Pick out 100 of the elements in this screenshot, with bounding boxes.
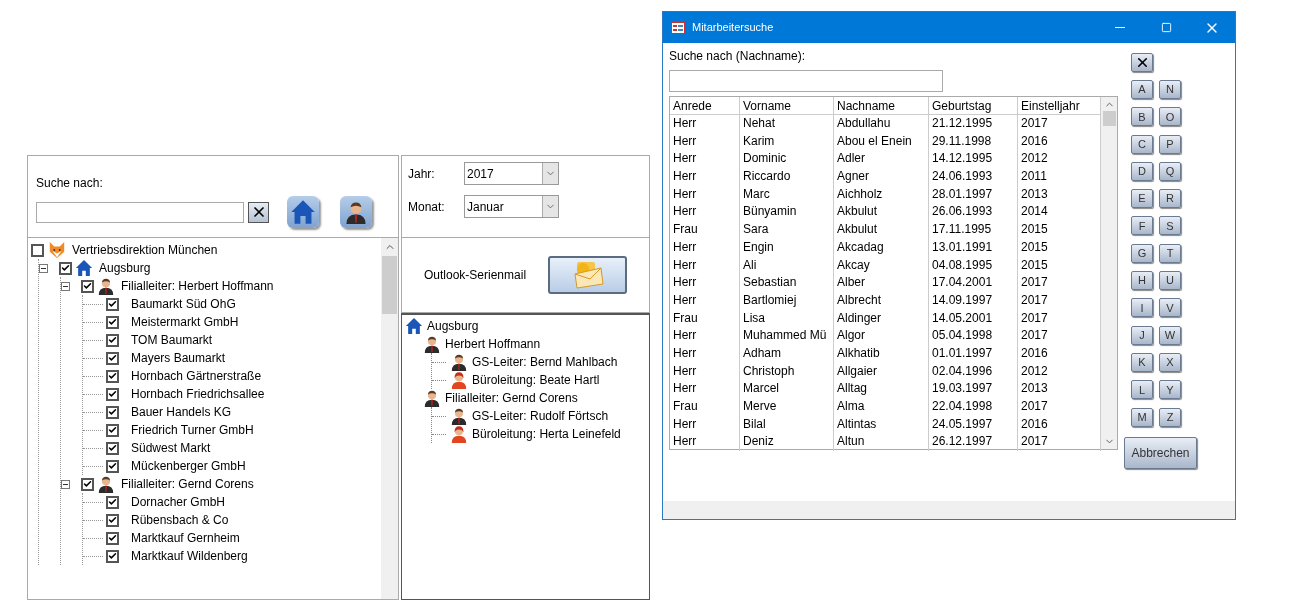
tree-item-label[interactable]: Augsburg xyxy=(99,259,151,277)
checkbox[interactable] xyxy=(106,531,119,545)
letter-button[interactable]: F xyxy=(1131,216,1153,236)
scrollbar[interactable] xyxy=(381,238,398,599)
scroll-thumb[interactable] xyxy=(382,256,397,314)
letter-button[interactable]: B xyxy=(1131,107,1153,127)
table-cell: Dominic xyxy=(740,150,834,169)
letter-button[interactable]: E xyxy=(1131,189,1153,209)
tree-item-label[interactable]: TOM Baumarkt xyxy=(131,331,213,349)
letter-button[interactable]: J xyxy=(1131,325,1153,345)
checkbox[interactable] xyxy=(106,351,119,365)
column-header[interactable]: Nachname xyxy=(834,97,929,114)
tree-item-label[interactable]: Südwest Markt xyxy=(131,439,211,457)
tree-item-label[interactable]: Bauer Handels KG xyxy=(131,403,232,421)
letter-button[interactable]: M xyxy=(1131,407,1153,427)
tree-item-label[interactable]: Baumarkt Süd OhG xyxy=(131,295,236,313)
letter-button[interactable]: I xyxy=(1131,298,1153,318)
letter-button[interactable]: D xyxy=(1131,161,1153,181)
checkbox[interactable] xyxy=(106,459,119,473)
person-button[interactable] xyxy=(340,196,372,228)
letter-button[interactable]: T xyxy=(1159,243,1181,263)
letter-button[interactable]: A xyxy=(1131,80,1153,99)
letter-button[interactable]: K xyxy=(1131,352,1153,372)
checkbox[interactable] xyxy=(106,315,119,329)
dropdown[interactable]: 2017 xyxy=(464,162,559,185)
tree-item-label[interactable]: Mayers Baumarkt xyxy=(131,349,226,367)
letter-button[interactable]: G xyxy=(1131,243,1153,263)
clear-button[interactable] xyxy=(248,201,269,223)
search-field[interactable] xyxy=(36,201,244,223)
checkbox[interactable] xyxy=(106,297,119,311)
checkbox[interactable] xyxy=(81,279,94,293)
letter-button[interactable]: X xyxy=(1159,352,1181,372)
scroll-thumb[interactable] xyxy=(1102,111,1116,126)
tree-item-label[interactable]: Hornbach Friedrichsallee xyxy=(131,385,265,403)
clear-button[interactable] xyxy=(1131,53,1153,72)
table-cell: Marc xyxy=(740,185,834,204)
home-button[interactable] xyxy=(287,196,319,228)
collapse-toggle[interactable] xyxy=(61,479,70,489)
letter-button[interactable]: O xyxy=(1159,107,1181,127)
checkbox[interactable] xyxy=(106,441,119,455)
letter-button[interactable]: L xyxy=(1131,380,1153,400)
checkbox[interactable] xyxy=(106,549,119,563)
letter-button[interactable]: W xyxy=(1159,325,1181,345)
maximize-icon xyxy=(1160,22,1172,33)
column-header[interactable]: Anrede xyxy=(670,97,740,114)
table-cell: Allgaier xyxy=(834,362,929,381)
tree-item-label[interactable]: Friedrich Turner GmbH xyxy=(131,421,254,439)
scrollbar[interactable] xyxy=(1101,97,1117,449)
letter-button[interactable]: Y xyxy=(1159,380,1181,400)
mail-button[interactable] xyxy=(548,256,627,294)
letter-button[interactable]: Z xyxy=(1159,407,1181,427)
column-header[interactable]: Geburtstag xyxy=(929,97,1018,114)
cancel-button[interactable]: Abbrechen xyxy=(1124,436,1197,469)
search-field[interactable] xyxy=(669,70,943,92)
checkbox[interactable] xyxy=(106,405,119,419)
checkbox[interactable] xyxy=(106,423,119,437)
collapse-toggle[interactable] xyxy=(39,263,48,273)
collapse-toggle[interactable] xyxy=(61,281,70,291)
tree-item-label[interactable]: Filialleiter: Herbert Hoffmann xyxy=(121,277,274,295)
table-cell: Akbulut xyxy=(834,203,929,222)
tree-item-label[interactable]: Dornacher GmbH xyxy=(131,493,226,511)
table-cell: 19.03.1997 xyxy=(929,380,1018,398)
tree-item-label[interactable]: Vertriebsdirektion München xyxy=(72,241,218,259)
letter-button[interactable]: S xyxy=(1159,216,1181,236)
letter-button[interactable]: V xyxy=(1159,298,1181,318)
table-cell: Altun xyxy=(834,433,929,452)
letter-button[interactable]: P xyxy=(1159,134,1181,154)
dropdown[interactable]: Januar xyxy=(464,195,559,218)
table-cell: Ali xyxy=(740,256,834,275)
letter-button[interactable]: N xyxy=(1159,80,1181,99)
table-cell: Alma xyxy=(834,398,929,416)
man-icon xyxy=(450,407,468,425)
letter-button[interactable]: H xyxy=(1131,271,1153,291)
letter-button[interactable]: C xyxy=(1131,134,1153,154)
tree-item-label[interactable]: Mückenberger GmbH xyxy=(131,457,246,475)
checkbox[interactable] xyxy=(106,387,119,401)
letter-button[interactable]: R xyxy=(1159,189,1181,209)
tree-item-label[interactable]: Filialleiter: Gernd Corens xyxy=(121,475,254,493)
minimize-icon xyxy=(1115,27,1125,28)
tree-item-label[interactable]: Rübensbach & Co xyxy=(131,511,229,529)
table-cell: Herr xyxy=(670,274,740,292)
checkbox[interactable] xyxy=(31,243,44,257)
man-icon xyxy=(423,389,441,407)
letter-button[interactable]: U xyxy=(1159,271,1181,291)
tree-item-label[interactable]: Marktkauf Gernheim xyxy=(131,529,240,547)
checkbox[interactable] xyxy=(81,477,94,491)
table-cell: Marcel xyxy=(740,380,834,398)
checkbox[interactable] xyxy=(106,369,119,383)
tree-item-label[interactable]: Marktkauf Wildenberg xyxy=(131,547,248,565)
column-header[interactable]: Vorname xyxy=(740,97,834,114)
checkbox[interactable] xyxy=(106,495,119,509)
tree-item-label[interactable]: Hornbach Gärtnerstraße xyxy=(131,367,262,385)
form-icon xyxy=(671,21,685,34)
table-cell: 14.12.1995 xyxy=(929,150,1018,169)
checkbox[interactable] xyxy=(106,333,119,347)
letter-button[interactable]: Q xyxy=(1159,161,1181,181)
checkbox[interactable] xyxy=(59,261,72,275)
checkbox[interactable] xyxy=(106,513,119,527)
tree-item-label[interactable]: Meistermarkt GmbH xyxy=(131,313,239,331)
table-cell: Altintas xyxy=(834,415,929,434)
